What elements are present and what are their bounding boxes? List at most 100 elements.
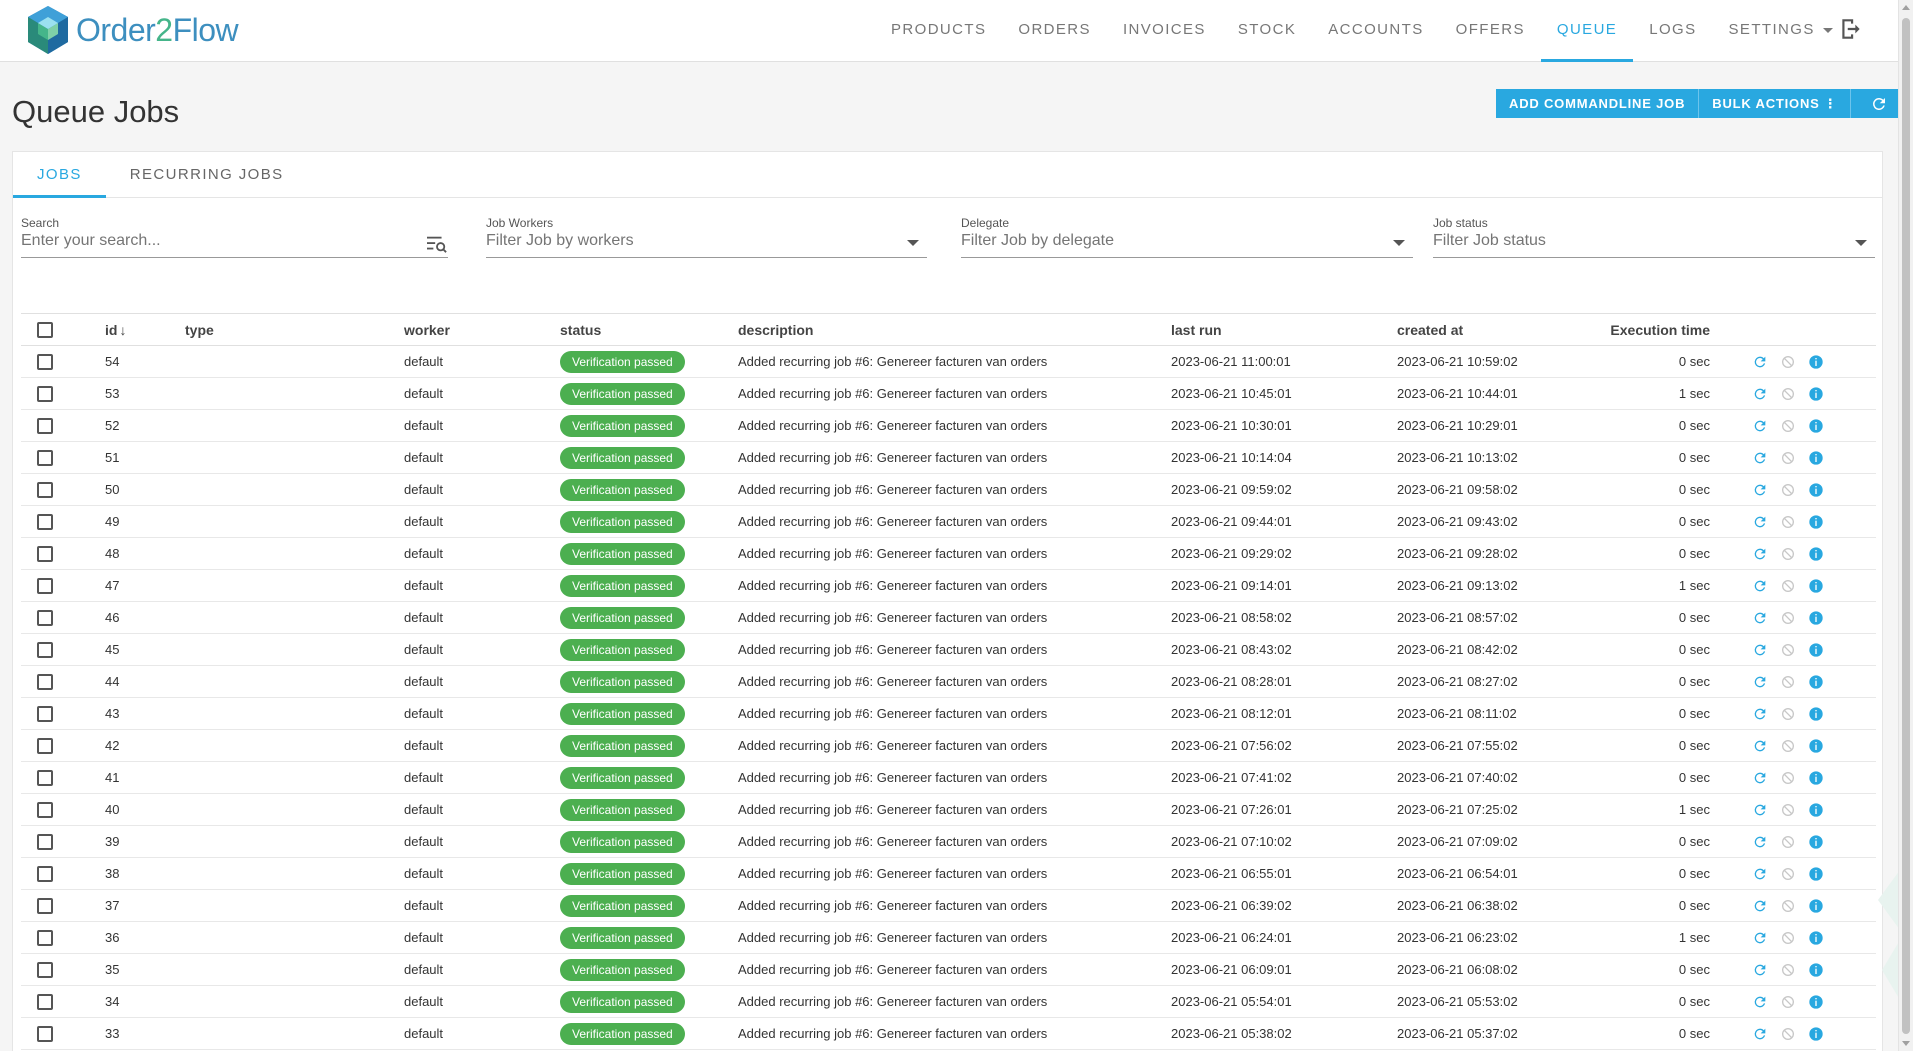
cancel-icon[interactable] (1780, 514, 1796, 530)
logout-icon[interactable] (1838, 16, 1864, 42)
workers-select[interactable] (486, 232, 839, 250)
retry-icon[interactable] (1752, 482, 1768, 498)
info-icon[interactable] (1808, 354, 1824, 370)
info-icon[interactable] (1808, 802, 1824, 818)
retry-icon[interactable] (1752, 898, 1768, 914)
chevron-down-icon[interactable] (1855, 240, 1867, 246)
row-checkbox[interactable] (37, 385, 53, 402)
column-header-type[interactable]: type (181, 313, 400, 346)
chevron-down-icon[interactable] (907, 240, 919, 246)
info-icon[interactable] (1808, 898, 1824, 914)
nav-item-invoices[interactable]: INVOICES (1107, 0, 1222, 62)
info-icon[interactable] (1808, 418, 1824, 434)
table-row[interactable]: 49 default Verification passed Added recurr… (21, 505, 1876, 538)
row-checkbox[interactable] (37, 673, 53, 690)
table-row[interactable]: 40 default Verification passed Added recurr… (21, 793, 1876, 826)
select-all-checkbox[interactable] (37, 322, 53, 339)
nav-item-stock[interactable]: STOCK (1222, 0, 1312, 62)
table-row[interactable]: 52 default Verification passed Added recurr… (21, 409, 1876, 442)
retry-icon[interactable] (1752, 770, 1768, 786)
retry-icon[interactable] (1752, 834, 1768, 850)
table-row[interactable]: 39 default Verification passed Added recurr… (21, 825, 1876, 858)
info-icon[interactable] (1808, 1026, 1824, 1042)
nav-item-logs[interactable]: LOGS (1633, 0, 1712, 62)
row-checkbox[interactable] (37, 513, 53, 530)
table-row[interactable]: 47 default Verification passed Added recurr… (21, 569, 1876, 602)
column-header-execution-time[interactable]: Execution time (1583, 313, 1738, 346)
nav-item-offers[interactable]: OFFERS (1440, 0, 1541, 62)
nav-item-queue[interactable]: QUEUE (1540, 0, 1634, 62)
retry-icon[interactable] (1752, 418, 1768, 434)
workers-filter[interactable]: Job Workers (486, 216, 927, 258)
retry-icon[interactable] (1752, 1026, 1768, 1042)
retry-icon[interactable] (1752, 866, 1768, 882)
info-icon[interactable] (1808, 866, 1824, 882)
info-icon[interactable] (1808, 994, 1824, 1010)
retry-icon[interactable] (1752, 386, 1768, 402)
table-row[interactable]: 48 default Verification passed Added recurr… (21, 537, 1876, 570)
retry-icon[interactable] (1752, 738, 1768, 754)
info-icon[interactable] (1808, 962, 1824, 978)
retry-icon[interactable] (1752, 578, 1768, 594)
column-header-worker[interactable]: worker (400, 313, 556, 346)
column-header-description[interactable]: description (734, 313, 1167, 346)
table-row[interactable]: 38 default Verification passed Added recurr… (21, 857, 1876, 890)
cancel-icon[interactable] (1780, 450, 1796, 466)
row-checkbox[interactable] (37, 833, 53, 850)
table-row[interactable]: 46 default Verification passed Added recurr… (21, 601, 1876, 634)
delegate-filter[interactable]: Delegate (961, 216, 1413, 258)
row-checkbox[interactable] (37, 577, 53, 594)
add-commandline-job-button[interactable]: ADD COMMANDLINE JOB (1496, 89, 1700, 118)
retry-icon[interactable] (1752, 450, 1768, 466)
row-checkbox[interactable] (37, 865, 53, 882)
row-checkbox[interactable] (37, 993, 53, 1010)
cancel-icon[interactable] (1780, 930, 1796, 946)
table-row[interactable]: 53 default Verification passed Added recurr… (21, 377, 1876, 410)
row-checkbox[interactable] (37, 417, 53, 434)
info-icon[interactable] (1808, 738, 1824, 754)
info-icon[interactable] (1808, 642, 1824, 658)
chevron-down-icon[interactable] (1393, 240, 1405, 246)
cancel-icon[interactable] (1780, 962, 1796, 978)
retry-icon[interactable] (1752, 610, 1768, 626)
cancel-icon[interactable] (1780, 578, 1796, 594)
info-icon[interactable] (1808, 386, 1824, 402)
search-input[interactable] (21, 232, 363, 250)
row-checkbox[interactable] (37, 545, 53, 562)
cancel-icon[interactable] (1780, 610, 1796, 626)
row-checkbox[interactable] (37, 897, 53, 914)
info-icon[interactable] (1808, 834, 1824, 850)
retry-icon[interactable] (1752, 962, 1768, 978)
row-checkbox[interactable] (37, 353, 53, 370)
nav-item-settings[interactable]: SETTINGS (1713, 0, 1849, 62)
cancel-icon[interactable] (1780, 1026, 1796, 1042)
retry-icon[interactable] (1752, 514, 1768, 530)
info-icon[interactable] (1808, 514, 1824, 530)
cancel-icon[interactable] (1780, 834, 1796, 850)
nav-item-accounts[interactable]: ACCOUNTS (1312, 0, 1439, 62)
filter-search-icon[interactable] (426, 234, 448, 254)
table-row[interactable]: 42 default Verification passed Added recurr… (21, 729, 1876, 762)
row-checkbox[interactable] (37, 1025, 53, 1042)
cancel-icon[interactable] (1780, 802, 1796, 818)
cancel-icon[interactable] (1780, 386, 1796, 402)
cancel-icon[interactable] (1780, 866, 1796, 882)
info-icon[interactable] (1808, 930, 1824, 946)
table-row[interactable]: 36 default Verification passed Added recurr… (21, 921, 1876, 954)
table-row[interactable]: 43 default Verification passed Added recurr… (21, 697, 1876, 730)
tab-jobs[interactable]: JOBS (13, 152, 106, 198)
cancel-icon[interactable] (1780, 418, 1796, 434)
retry-icon[interactable] (1752, 546, 1768, 562)
cancel-icon[interactable] (1780, 642, 1796, 658)
scroll-up-arrow-icon[interactable] (1902, 5, 1910, 10)
info-icon[interactable] (1808, 482, 1824, 498)
table-row[interactable]: 45 default Verification passed Added recurr… (21, 633, 1876, 666)
table-row[interactable]: 44 default Verification passed Added recurr… (21, 665, 1876, 698)
row-checkbox[interactable] (37, 705, 53, 722)
info-icon[interactable] (1808, 546, 1824, 562)
table-row[interactable]: 51 default Verification passed Added recurr… (21, 441, 1876, 474)
cancel-icon[interactable] (1780, 770, 1796, 786)
app-logo[interactable]: Order2Flow (24, 4, 239, 56)
table-row[interactable]: 37 default Verification passed Added recurr… (21, 889, 1876, 922)
row-checkbox[interactable] (37, 769, 53, 786)
